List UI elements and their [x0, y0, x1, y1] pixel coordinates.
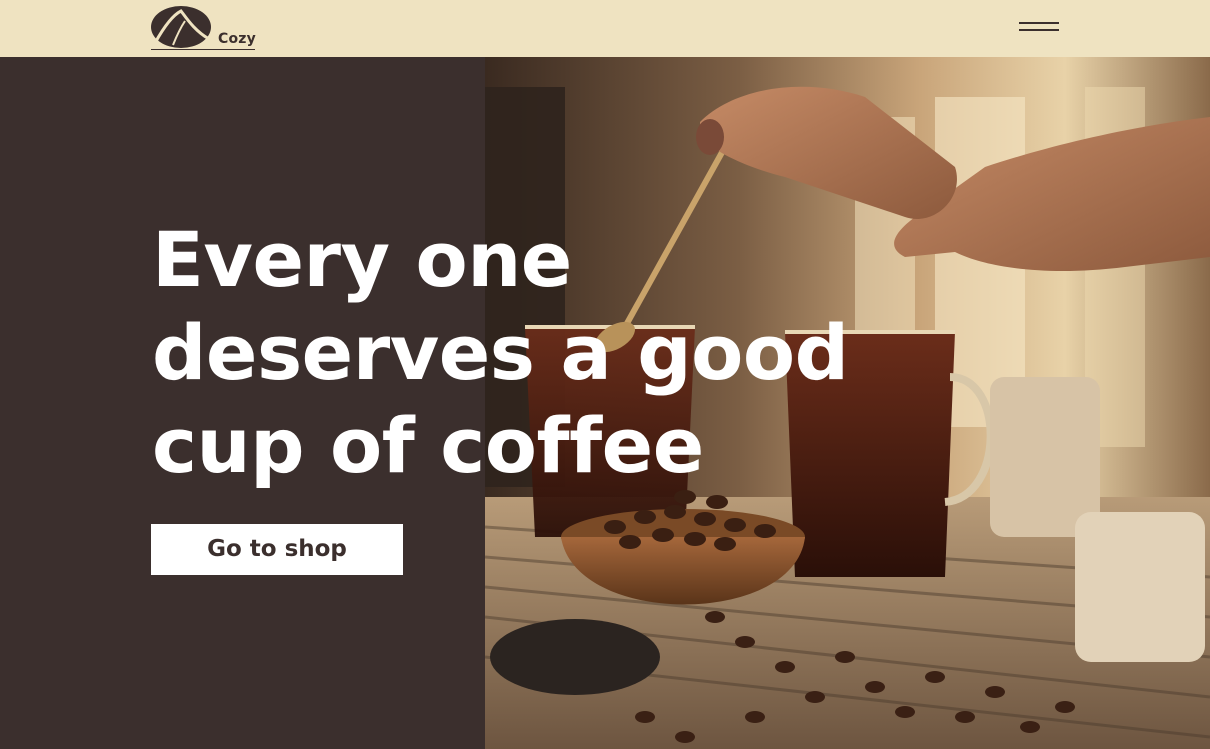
headline-line-1: Every one — [152, 215, 572, 304]
menu-line — [1019, 22, 1059, 24]
brand-name: Cozy — [218, 31, 256, 47]
go-to-shop-button[interactable]: Go to shop — [151, 524, 403, 575]
headline-line-3: cup of coffee — [152, 401, 704, 490]
headline-line-2: deserves a good — [152, 308, 849, 397]
coffee-bean-logo-icon — [151, 6, 211, 48]
hamburger-menu-icon[interactable] — [1017, 18, 1061, 42]
site-header: Cozy — [0, 0, 1210, 57]
logo-underline — [151, 49, 255, 50]
menu-line — [1019, 29, 1059, 31]
landing-page: Cozy Every one deserves a good cup of co… — [0, 0, 1210, 749]
hero-headline: Every one deserves a good cup of coffee — [152, 213, 852, 492]
brand-logo[interactable]: Cozy — [151, 5, 257, 51]
